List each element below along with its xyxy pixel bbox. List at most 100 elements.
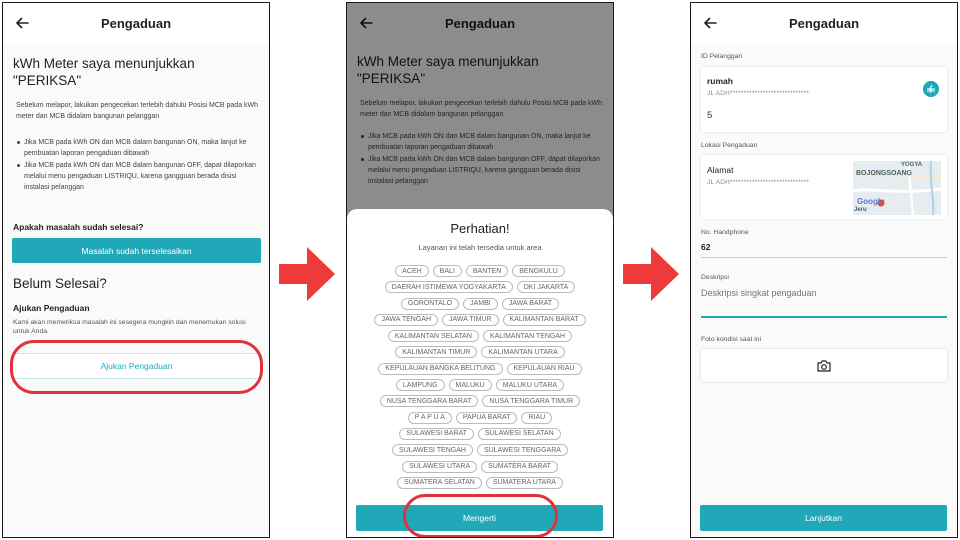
description-label: Deskripsi bbox=[701, 274, 729, 281]
area-chip: KALIMANTAN TENGAH bbox=[482, 330, 573, 343]
area-chip: KEPULAUAN RIAU bbox=[506, 362, 582, 375]
heading-line-1: kWh Meter saya menunjukkan bbox=[13, 56, 195, 71]
area-chip: JAMBI bbox=[463, 297, 498, 310]
map-label: BOJONGSOANG bbox=[856, 170, 913, 177]
area-chip: GORONTALO bbox=[400, 297, 460, 310]
intro-text: Sebelum melapor, lakukan pengecekan terl… bbox=[16, 102, 259, 120]
area-chip: BALI bbox=[432, 265, 462, 277]
flow-canvas: Pengaduan kWh Meter saya menunjukkan "PE… bbox=[0, 0, 960, 540]
area-chip-row: ACEH BALI BANTEN BENGKULU bbox=[395, 265, 565, 277]
area-chip-row: JAWA TENGAH JAWA TIMUR KALIMANTAN BARAT bbox=[374, 313, 586, 326]
area-chip: P A P U A bbox=[407, 411, 452, 424]
arrow-right-icon bbox=[623, 247, 679, 301]
map-label: YOGYA bbox=[901, 162, 923, 168]
page-title: Pengaduan bbox=[788, 15, 860, 31]
understood-button[interactable]: Mengerti bbox=[356, 505, 603, 531]
map-label: Jeru bbox=[854, 207, 867, 213]
description-input[interactable] bbox=[701, 286, 947, 300]
area-chip: KALIMANTAN BARAT bbox=[502, 313, 586, 326]
bullet-list: Jika MCB pada kWh ON dan MCB dalam bangu… bbox=[16, 137, 261, 194]
area-chip: SULAWESI SELATAN bbox=[477, 427, 561, 440]
pln-logo-icon bbox=[923, 81, 939, 97]
photo-label: Foto kondisi saat ini bbox=[701, 336, 762, 343]
screen-check-mcb: Pengaduan kWh Meter saya menunjukkan "PE… bbox=[2, 2, 270, 538]
screen-area-notice: Pengaduan kWh Meter saya menunjukkan "PE… bbox=[346, 2, 614, 538]
area-chip-row: KEPULAUAN BANGKA BELITUNG KEPULAUAN RIAU bbox=[378, 362, 582, 375]
area-chip: KEPULAUAN BANGKA BELITUNG bbox=[378, 362, 503, 375]
google-logo: Google bbox=[857, 197, 885, 206]
submit-complaint-button[interactable]: Ajukan Pengaduan bbox=[12, 353, 261, 379]
location-address: JL ADH***************************** bbox=[707, 179, 810, 186]
area-chip-row: NUSA TENGGARA BARAT NUSA TENGGARA TIMUR bbox=[379, 395, 581, 408]
question-label: Apakah masalah sudah selesai? bbox=[13, 222, 144, 232]
form: ID Pelanggan rumah JL ADH***************… bbox=[691, 43, 957, 537]
description-underline bbox=[701, 316, 947, 318]
heading-line-2: "PERIKSA" bbox=[13, 73, 82, 88]
sheet-subtitle: Layanan ini telah tersedia untuk area bbox=[418, 243, 542, 252]
arrow-left-icon[interactable] bbox=[701, 14, 719, 32]
area-chip: SUMATERA UTARA bbox=[485, 476, 563, 489]
area-chip: DAERAH ISTIMEWA YOGYAKARTA bbox=[384, 281, 513, 294]
bottom-sheet: Perhatian! Layanan ini telah tersedia un… bbox=[347, 209, 613, 537]
area-chip: JAWA BARAT bbox=[501, 297, 560, 310]
area-chip: SUMATERA SELATAN bbox=[397, 476, 482, 489]
arrow-left-icon[interactable] bbox=[13, 14, 31, 32]
phone-value[interactable]: 62 bbox=[701, 242, 710, 252]
area-chip-row: KALIMANTAN SELATAN KALIMANTAN TENGAH bbox=[387, 330, 573, 343]
area-chip-row: LAMPUNG MALUKU MALUKU UTARA bbox=[395, 379, 565, 392]
area-chip-row: SULAWESI BARAT SULAWESI SELATAN bbox=[399, 427, 561, 440]
area-chip: DKI JAKARTA bbox=[516, 281, 576, 294]
area-chip: BANTEN bbox=[465, 265, 509, 277]
photo-upload[interactable] bbox=[701, 349, 947, 382]
customer-number: 5 bbox=[707, 110, 713, 121]
continue-button[interactable]: Lanjutkan bbox=[700, 505, 947, 531]
customer-card[interactable]: rumah JL ADH****************************… bbox=[701, 67, 947, 132]
customer-id-label: ID Pelanggan bbox=[701, 53, 743, 60]
area-chip-row: DAERAH ISTIMEWA YOGYAKARTA DKI JAKARTA bbox=[384, 281, 576, 294]
map-thumbnail[interactable]: YOGYA BOJONGSOANG Google Jeru bbox=[853, 161, 941, 215]
area-chip-row: SUMATERA SELATAN SUMATERA UTARA bbox=[397, 476, 563, 489]
area-chip: NUSA TENGGARA TIMUR bbox=[482, 395, 581, 408]
area-chip-row: KALIMANTAN TIMUR KALIMANTAN UTARA bbox=[395, 346, 565, 359]
phone-label: No. Handphone bbox=[701, 229, 749, 236]
area-chip: SULAWESI TENGAH bbox=[392, 444, 473, 457]
customer-address: JL ADH***************************** bbox=[707, 90, 810, 97]
area-chip-row: P A P U A PAPUA BARAT RIAU bbox=[407, 411, 553, 424]
area-chip: LAMPUNG bbox=[395, 379, 445, 392]
page-title: Pengaduan bbox=[100, 15, 172, 31]
area-chip: PAPUA BARAT bbox=[455, 411, 518, 424]
screen-complaint-form: Pengaduan ID Pelanggan rumah JL ADH*****… bbox=[690, 2, 958, 538]
app-bar: Pengaduan bbox=[691, 3, 957, 43]
area-chip: RIAU bbox=[521, 411, 553, 424]
location-title: Alamat bbox=[707, 165, 734, 175]
area-chip: MALUKU UTARA bbox=[495, 379, 565, 392]
area-chip: KALIMANTAN TIMUR bbox=[395, 346, 478, 359]
app-bar: Pengaduan bbox=[3, 3, 269, 43]
location-card[interactable]: Alamat JL ADH***************************… bbox=[701, 155, 947, 219]
area-chip: SULAWESI TENGGARA bbox=[476, 444, 568, 457]
bullet-item: Jika MCB pada kWh ON dan MCB dalam bangu… bbox=[16, 137, 261, 159]
area-chip: KALIMANTAN SELATAN bbox=[387, 330, 479, 343]
phone-underline bbox=[701, 257, 947, 258]
resolved-button[interactable]: Masalah sudah terselesaikan bbox=[12, 238, 261, 263]
area-chip: MALUKU bbox=[448, 379, 492, 392]
area-chip-row: GORONTALO JAMBI JAWA BARAT bbox=[400, 297, 560, 310]
location-label: Lokasi Pengaduan bbox=[701, 142, 758, 149]
bullet-item: Jika MCB pada kWh ON dan MCB dalam bangu… bbox=[16, 160, 261, 193]
area-chip-row: SULAWESI TENGAH SULAWESI TENGGARA bbox=[392, 444, 568, 457]
area-chip: SUMATERA BARAT bbox=[481, 460, 558, 473]
area-chip: ACEH bbox=[395, 265, 429, 277]
not-done-heading: Belum Selesai? bbox=[13, 276, 107, 291]
arrow-right-icon bbox=[279, 247, 335, 301]
complaint-description: Kami akan memeriksa masalah ini sesegera… bbox=[13, 319, 246, 335]
area-chip: BENGKULU bbox=[512, 265, 565, 277]
area-chip-list: ACEH BALI BANTEN BENGKULU DAERAH ISTIMEWA YO… bbox=[359, 265, 601, 489]
sheet-title: Perhatian! bbox=[450, 221, 510, 236]
area-chip: NUSA TENGGARA BARAT bbox=[379, 395, 479, 408]
area-chip: SULAWESI UTARA bbox=[402, 460, 478, 473]
complaint-label: Ajukan Pengaduan bbox=[13, 303, 90, 313]
area-chip-row: SULAWESI UTARA SUMATERA BARAT bbox=[402, 460, 558, 473]
area-chip: KALIMANTAN UTARA bbox=[481, 346, 565, 359]
area-chip: JAWA TENGAH bbox=[374, 313, 438, 326]
camera-icon bbox=[817, 359, 831, 372]
